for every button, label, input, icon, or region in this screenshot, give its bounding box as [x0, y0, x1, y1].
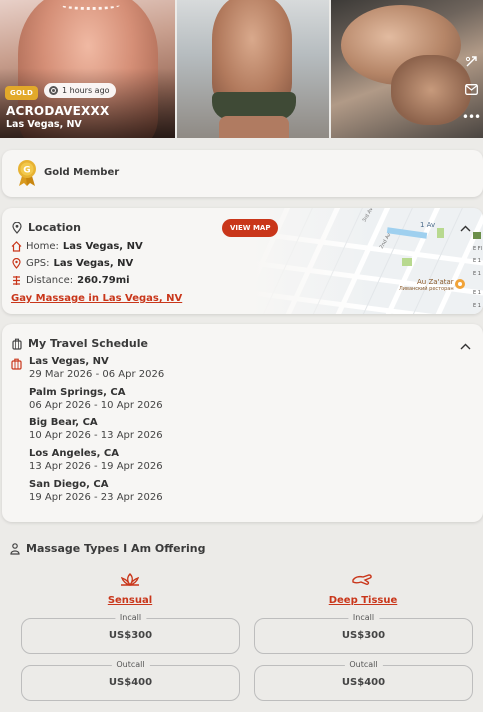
map-label: E Fl	[473, 246, 483, 252]
online-status-icon	[49, 86, 58, 95]
trip-dates: 19 Apr 2026 - 23 Apr 2026	[29, 492, 163, 503]
mail-icon[interactable]	[464, 84, 478, 97]
trip-item: Big Bear, CA 10 Apr 2026 - 13 Apr 2026	[29, 417, 163, 441]
price-value: US$400	[108, 677, 153, 688]
profile-photo-strip: GOLD 1 hours ago ACRODAVEXXX Las Vegas, …	[0, 0, 483, 138]
price-value: US$400	[341, 677, 386, 688]
last-active-badge: 1 hours ago	[44, 83, 116, 98]
price-caption: Outcall	[111, 660, 150, 669]
suitcase-icon	[12, 338, 22, 350]
map-label: Ливанский ресторан	[399, 286, 454, 292]
gold-medal-icon: G	[18, 160, 36, 186]
trip-item: Palm Springs, CA 06 Apr 2026 - 10 Apr 20…	[29, 387, 163, 411]
deep-tissue-outcall-price: Outcall US$400	[254, 660, 473, 701]
lotus-icon	[120, 573, 140, 587]
trip-city: Los Angeles, CA	[29, 448, 119, 459]
view-map-button[interactable]: VIEW MAP	[222, 219, 279, 237]
location-title-text: Location	[28, 221, 81, 234]
price-value: US$300	[341, 630, 386, 641]
therapist-icon	[10, 542, 20, 555]
photo-subject	[212, 0, 292, 105]
gps-location: GPS: Las Vegas, NV	[11, 258, 133, 269]
profile-name: ACRODAVEXXX	[6, 104, 110, 118]
city-massage-link[interactable]: Gay Massage in Las Vegas, NV	[11, 293, 182, 304]
massage-type-sensual[interactable]: Sensual	[70, 572, 190, 606]
trip-city: Las Vegas, NV	[29, 356, 109, 367]
massage-type-deep-tissue[interactable]: Deep Tissue	[303, 572, 423, 606]
map-label: E 1	[473, 258, 481, 264]
distance: Distance: 260.79mi	[11, 275, 130, 286]
gps-value: Las Vegas, NV	[53, 258, 134, 269]
route-icon	[13, 276, 20, 285]
deep-tissue-incall-price: Incall US$300	[254, 613, 473, 654]
trip-dates: 13 Apr 2026 - 19 Apr 2026	[29, 461, 163, 472]
trip-city: San Diego, CA	[29, 479, 109, 490]
travel-title: My Travel Schedule	[12, 337, 148, 350]
profile-photo-2[interactable]	[177, 0, 329, 138]
collapse-travel-chevron-up-icon[interactable]	[460, 339, 471, 353]
trip-dates: 29 Mar 2026 - 06 Apr 2026	[29, 369, 165, 380]
travel-schedule-card: My Travel Schedule Las Vegas, NV 29 Mar …	[2, 324, 483, 522]
profile-actions: •••	[461, 55, 481, 123]
map-label: Au Za'atar	[417, 278, 454, 286]
location-title: Location	[12, 221, 81, 234]
massage-types-title-text: Massage Types I Am Offering	[26, 542, 206, 555]
trip-dates: 06 Apr 2026 - 10 Apr 2026	[29, 400, 163, 411]
svg-text:G: G	[23, 166, 30, 176]
collapse-location-chevron-up-icon[interactable]	[460, 221, 471, 235]
map-label: E 1	[473, 290, 481, 296]
membership-card: G Gold Member	[2, 150, 483, 197]
map-label: 1 Av	[420, 221, 436, 229]
profile-city: Las Vegas, NV	[6, 119, 82, 130]
pin-icon	[12, 221, 22, 234]
trip-item: Los Angeles, CA 13 Apr 2026 - 19 Apr 202…	[29, 448, 163, 472]
travel-title-text: My Travel Schedule	[28, 337, 148, 350]
photo-subject-2	[391, 55, 471, 125]
price-caption: Incall	[347, 613, 380, 622]
trip-item: San Diego, CA 19 Apr 2026 - 23 Apr 2026	[29, 479, 163, 503]
massage-type-name[interactable]: Deep Tissue	[303, 595, 423, 606]
trip-city: Palm Springs, CA	[29, 387, 126, 398]
more-icon[interactable]: •••	[462, 111, 481, 123]
trip-item: Las Vegas, NV 29 Mar 2026 - 06 Apr 2026	[29, 356, 164, 380]
gps-label: GPS:	[26, 258, 50, 269]
distance-value: 260.79mi	[77, 275, 130, 286]
price-caption: Outcall	[344, 660, 383, 669]
price-caption: Incall	[114, 613, 147, 622]
distance-label: Distance:	[26, 275, 74, 286]
share-icon[interactable]	[465, 55, 478, 70]
home-location: Home: Las Vegas, NV	[11, 241, 143, 252]
gps-pin-icon	[12, 258, 21, 269]
sensual-outcall-price: Outcall US$400	[21, 660, 240, 701]
map-label: E 1	[473, 271, 481, 277]
sensual-incall-price: Incall US$300	[21, 613, 240, 654]
map-label: E 1	[473, 303, 481, 309]
home-label: Home:	[26, 241, 59, 252]
trip-city: Big Bear, CA	[29, 417, 98, 428]
massage-types-title: Massage Types I Am Offering	[10, 542, 205, 555]
home-icon	[11, 241, 22, 252]
current-trip-suitcase-icon	[11, 358, 22, 370]
necklace	[60, 0, 120, 10]
membership-label: Gold Member	[44, 167, 120, 178]
home-value: Las Vegas, NV	[62, 241, 143, 252]
gold-badge: GOLD	[5, 86, 39, 100]
trip-dates: 10 Apr 2026 - 13 Apr 2026	[29, 430, 163, 441]
photo-legs	[219, 116, 289, 138]
massage-type-name[interactable]: Sensual	[70, 595, 190, 606]
last-active-text: 1 hours ago	[62, 86, 110, 95]
price-value: US$300	[108, 630, 153, 641]
massage-hands-icon	[352, 574, 372, 585]
location-card: 1 Av Au Za'atar Ливанский ресторан E Fl …	[2, 208, 483, 314]
